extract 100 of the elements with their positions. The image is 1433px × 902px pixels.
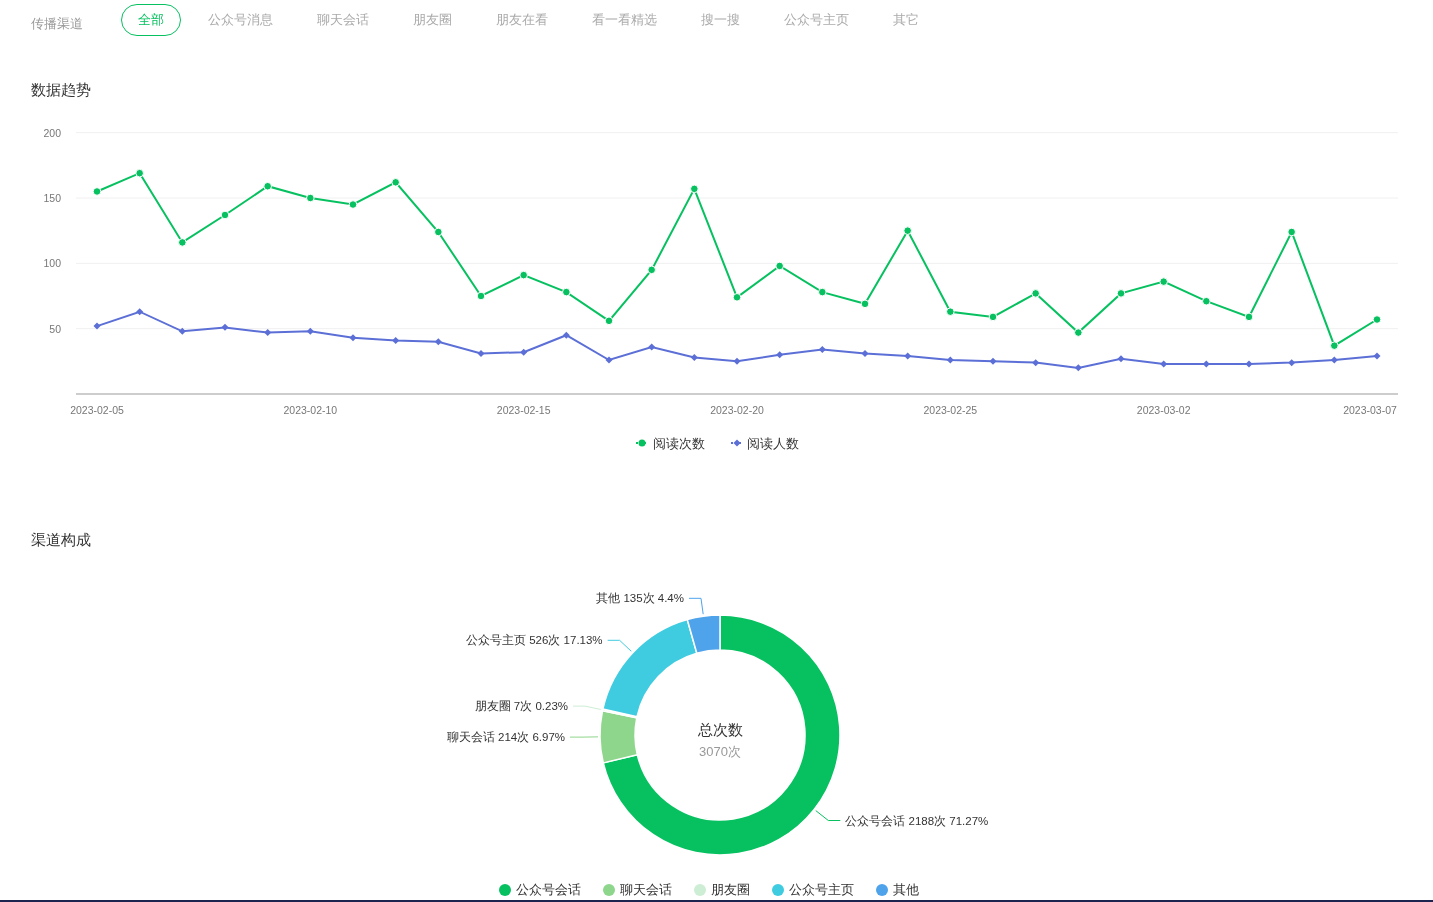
channel-tab[interactable]: 朋友圈	[396, 4, 469, 36]
section-title: 数据趋势	[30, 80, 92, 100]
data-point	[178, 238, 187, 247]
data-point	[732, 293, 742, 302]
section-title: 渠道构成	[30, 530, 92, 550]
data-point	[690, 184, 699, 194]
slice-label: 聊天会话 214次 6.97%	[446, 731, 565, 744]
legend-label[interactable]: 公众号会话	[516, 881, 581, 899]
legend-marker-icon	[635, 439, 649, 447]
channel-tab[interactable]: 公众号消息	[191, 4, 290, 36]
data-point	[861, 350, 869, 357]
center-title: 总次数	[697, 721, 743, 738]
data-point	[647, 265, 656, 275]
leader-line	[569, 736, 599, 738]
data-point	[520, 348, 528, 356]
x-tick-label: 2023-02-25	[923, 404, 978, 416]
data-point	[220, 210, 230, 220]
data-point	[903, 226, 912, 235]
data-point	[1117, 355, 1125, 363]
data-point	[92, 187, 102, 196]
channel-tab[interactable]: 朋友在看	[479, 4, 565, 36]
data-point	[1244, 312, 1254, 322]
data-point	[1116, 289, 1126, 298]
legend-label[interactable]: 聊天会话	[620, 881, 672, 899]
data-point	[135, 168, 144, 178]
data-point	[434, 227, 443, 237]
data-point	[775, 261, 784, 271]
x-tick-label: 2023-02-20	[710, 404, 764, 416]
slice-label: 朋友圈 7次 0.23%	[474, 700, 569, 713]
data-point	[946, 356, 954, 364]
data-point	[988, 312, 998, 322]
data-point	[1074, 328, 1083, 337]
data-point	[1372, 315, 1382, 324]
data-point	[348, 200, 358, 209]
slice-label: 公众号会话 2188次 71.27%	[845, 814, 989, 827]
slice-label: 其他 135次 4.4%	[596, 592, 684, 605]
data-point	[690, 353, 698, 361]
data-point	[221, 323, 229, 331]
channel-tab[interactable]: 聊天会话	[300, 4, 386, 36]
data-point	[1032, 359, 1040, 367]
data-point	[733, 357, 741, 365]
legend-label[interactable]: 公众号主页	[789, 881, 854, 899]
data-point	[604, 316, 614, 326]
data-point	[860, 299, 870, 309]
data-point	[1074, 364, 1082, 372]
data-point	[776, 351, 784, 359]
data-point	[1245, 360, 1253, 368]
x-tick-label: 2023-03-02	[1136, 404, 1191, 416]
data-point	[264, 329, 272, 337]
legend-label[interactable]: 阅读次数	[653, 437, 705, 451]
data-point	[1159, 277, 1168, 286]
data-point	[1287, 227, 1296, 237]
data-point	[306, 193, 315, 203]
data-point	[178, 327, 186, 335]
data-point	[391, 178, 400, 187]
filter-label: 传播渠道	[31, 15, 83, 33]
legend-label[interactable]: 其他	[893, 881, 919, 899]
x-tick-label: 2023-02-15	[496, 404, 551, 416]
data-point	[477, 350, 485, 357]
data-point	[989, 357, 997, 365]
data-point	[349, 334, 357, 342]
leader-line	[607, 639, 632, 652]
data-point	[904, 352, 912, 360]
x-tick-label: 2023-02-10	[283, 404, 338, 416]
legend-marker-icon	[730, 439, 744, 447]
data-point	[476, 291, 486, 301]
data-point	[1031, 289, 1040, 298]
data-point	[93, 322, 101, 330]
channel-tab[interactable]: 公众号主页	[767, 4, 866, 36]
data-point	[605, 356, 613, 364]
data-point	[1202, 296, 1211, 306]
y-tick-label: 200	[43, 126, 61, 139]
x-tick-label: 2023-03-07	[1343, 404, 1397, 416]
data-point	[263, 181, 272, 191]
leader-line	[572, 705, 602, 710]
legend-label[interactable]: 朋友圈	[711, 881, 750, 899]
data-point	[648, 343, 656, 351]
data-point	[1373, 352, 1381, 360]
data-point	[562, 331, 570, 339]
leader-line	[815, 810, 841, 821]
data-point	[1330, 341, 1339, 350]
center-value: 3070次	[699, 744, 741, 759]
legend-label[interactable]: 阅读人数	[747, 437, 799, 451]
data-point	[1202, 360, 1210, 368]
data-point	[519, 270, 528, 280]
data-point	[434, 338, 442, 346]
y-tick-label: 150	[43, 192, 61, 204]
data-point	[1160, 360, 1168, 368]
channel-tab[interactable]: 其它	[876, 4, 936, 36]
data-point	[946, 307, 955, 316]
data-point	[136, 308, 144, 316]
x-tick-label: 2023-02-05	[70, 404, 124, 416]
data-point	[1288, 359, 1296, 367]
data-point	[562, 287, 571, 297]
data-point	[306, 327, 314, 335]
leader-line	[688, 597, 704, 615]
data-point	[818, 346, 826, 354]
y-tick-label: 100	[43, 257, 61, 270]
data-point	[1330, 356, 1338, 364]
slice-label: 公众号主页 526次 17.13%	[466, 634, 603, 647]
